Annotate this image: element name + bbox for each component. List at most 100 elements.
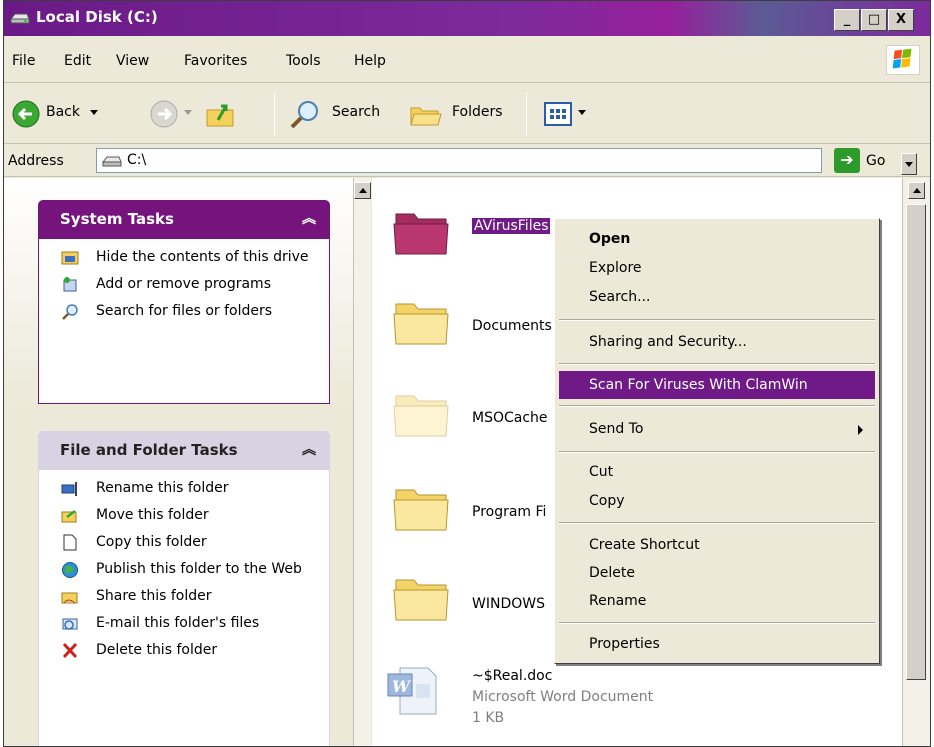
views-dropdown-icon[interactable] xyxy=(578,110,586,115)
folders-icon[interactable] xyxy=(408,98,442,130)
back-arrow-icon[interactable] xyxy=(12,100,40,128)
task-publish-web[interactable]: Publish this folder to the Web xyxy=(39,559,329,579)
folder-icon[interactable] xyxy=(392,482,450,534)
ctx-create-shortcut[interactable]: Create Shortcut xyxy=(559,531,875,559)
menu-separator xyxy=(559,405,875,407)
ctx-cut[interactable]: Cut xyxy=(559,458,875,486)
minimize-button[interactable]: _ xyxy=(834,9,860,31)
search-icon[interactable] xyxy=(288,98,322,130)
ctx-properties[interactable]: Properties xyxy=(559,630,875,658)
ctx-delete[interactable]: Delete xyxy=(559,559,875,587)
menu-separator xyxy=(559,451,875,453)
close-button[interactable]: X xyxy=(888,9,914,31)
address-field[interactable]: C:\ xyxy=(96,148,917,175)
task-delete-folder[interactable]: Delete this folder xyxy=(39,640,329,660)
menu-tools[interactable]: Tools xyxy=(286,53,321,69)
views-icon[interactable] xyxy=(544,102,574,128)
address-label: Address xyxy=(8,153,64,169)
hide-contents-icon xyxy=(61,251,79,265)
go-arrow-icon[interactable]: ➔ xyxy=(834,148,860,173)
address-dropdown-button[interactable] xyxy=(901,153,917,175)
address-bar: Address C:\ ➔ Go xyxy=(4,145,930,177)
scroll-up-button[interactable] xyxy=(354,182,371,199)
word-document-icon[interactable]: W xyxy=(386,664,442,716)
forward-dropdown-icon[interactable] xyxy=(184,110,192,115)
task-pane: System Tasks ︽ Hide the contents of this… xyxy=(4,178,353,746)
task-label: Search for files or folders xyxy=(96,303,273,319)
ctx-send-to-label: Send To xyxy=(589,421,644,437)
task-share-folder[interactable]: Share this folder xyxy=(39,586,329,606)
ctx-send-to[interactable]: Send To xyxy=(559,415,875,443)
delete-icon xyxy=(62,642,78,659)
toolbar-separator xyxy=(274,92,275,136)
ctx-search[interactable]: Search... xyxy=(559,283,875,311)
task-label: Delete this folder xyxy=(96,642,218,658)
menu-bar: File Edit View Favorites Tools Help xyxy=(4,37,930,83)
file-item-label[interactable]: Documents xyxy=(472,318,552,334)
menu-edit[interactable]: Edit xyxy=(64,53,91,69)
back-button[interactable]: Back xyxy=(46,104,80,120)
folder-icon[interactable] xyxy=(392,296,450,348)
back-dropdown-icon[interactable] xyxy=(90,110,98,115)
ctx-rename[interactable]: Rename xyxy=(559,587,875,615)
forward-arrow-icon[interactable] xyxy=(150,100,178,128)
task-label: E-mail this folder's files xyxy=(96,615,260,631)
publish-web-icon xyxy=(62,562,78,578)
maximize-button[interactable]: □ xyxy=(861,9,887,31)
task-label: Add or remove programs xyxy=(96,276,271,292)
selected-folder-icon[interactable] xyxy=(392,206,450,258)
task-pane-scrollbar[interactable] xyxy=(353,178,371,746)
task-label: Rename this folder xyxy=(96,480,229,496)
file-item-label[interactable]: Program Fi xyxy=(472,504,546,520)
task-hide-contents[interactable]: Hide the contents of this drive xyxy=(39,247,329,267)
file-folder-tasks-header[interactable]: File and Folder Tasks ︽ xyxy=(38,431,330,470)
file-item-label[interactable]: AVirusFiles xyxy=(472,218,551,234)
task-copy-folder[interactable]: Copy this folder xyxy=(39,532,329,552)
address-value[interactable]: C:\ xyxy=(127,152,146,168)
collapse-chevron-icon[interactable]: ︽ xyxy=(302,200,316,239)
drive-icon xyxy=(102,156,122,167)
menu-file[interactable]: File xyxy=(12,53,35,69)
task-add-remove-programs[interactable]: Add or remove programs xyxy=(39,274,329,294)
scroll-up-button[interactable] xyxy=(908,182,925,199)
folder-icon[interactable] xyxy=(392,572,450,624)
file-item-label[interactable]: ~$Real.doc xyxy=(472,668,552,684)
svg-text:W: W xyxy=(392,677,412,696)
file-type-label: Microsoft Word Document xyxy=(472,689,654,705)
explorer-window: Local Disk (C:) _ □ X File Edit View Fav… xyxy=(3,0,931,747)
ctx-open[interactable]: Open xyxy=(559,225,875,253)
task-search-files[interactable]: Search for files or folders xyxy=(39,301,329,321)
file-item-label[interactable]: WINDOWS xyxy=(472,596,545,612)
go-button[interactable]: Go xyxy=(866,153,885,169)
task-email-files[interactable]: E-mail this folder's files xyxy=(39,613,329,633)
collapse-chevron-icon[interactable]: ︽ xyxy=(302,431,316,470)
rename-icon xyxy=(61,482,77,496)
menu-favorites[interactable]: Favorites xyxy=(184,53,247,69)
menu-separator xyxy=(559,522,875,524)
ctx-sharing-security[interactable]: Sharing and Security... xyxy=(559,328,875,356)
menu-help[interactable]: Help xyxy=(354,53,386,69)
drive-icon xyxy=(10,13,30,24)
ctx-copy[interactable]: Copy xyxy=(559,487,875,515)
task-move-folder[interactable]: Move this folder xyxy=(39,505,329,525)
menu-view[interactable]: View xyxy=(116,53,149,69)
search-icon xyxy=(62,304,78,320)
hidden-folder-icon[interactable] xyxy=(392,388,450,440)
title-bar[interactable]: Local Disk (C:) _ □ X xyxy=(4,1,930,36)
move-icon xyxy=(61,510,77,523)
folders-button[interactable]: Folders xyxy=(452,104,503,120)
ctx-explore[interactable]: Explore xyxy=(559,254,875,282)
toolbar-separator xyxy=(526,92,527,136)
search-button[interactable]: Search xyxy=(332,104,380,120)
file-list-scrollbar[interactable] xyxy=(902,178,930,746)
file-item-label[interactable]: MSOCache xyxy=(472,410,548,426)
system-tasks-header[interactable]: System Tasks ︽ xyxy=(38,200,330,239)
menu-separator xyxy=(559,363,875,365)
task-rename-folder[interactable]: Rename this folder xyxy=(39,478,329,498)
up-folder-icon[interactable] xyxy=(204,98,238,130)
scroll-thumb[interactable] xyxy=(906,204,926,680)
windows-logo-icon xyxy=(886,45,920,75)
file-size-label: 1 KB xyxy=(472,710,505,726)
ctx-scan-clamwin[interactable]: Scan For Viruses With ClamWin xyxy=(559,371,875,399)
file-folder-tasks-panel: File and Folder Tasks ︽ Rename this fold… xyxy=(38,431,330,746)
